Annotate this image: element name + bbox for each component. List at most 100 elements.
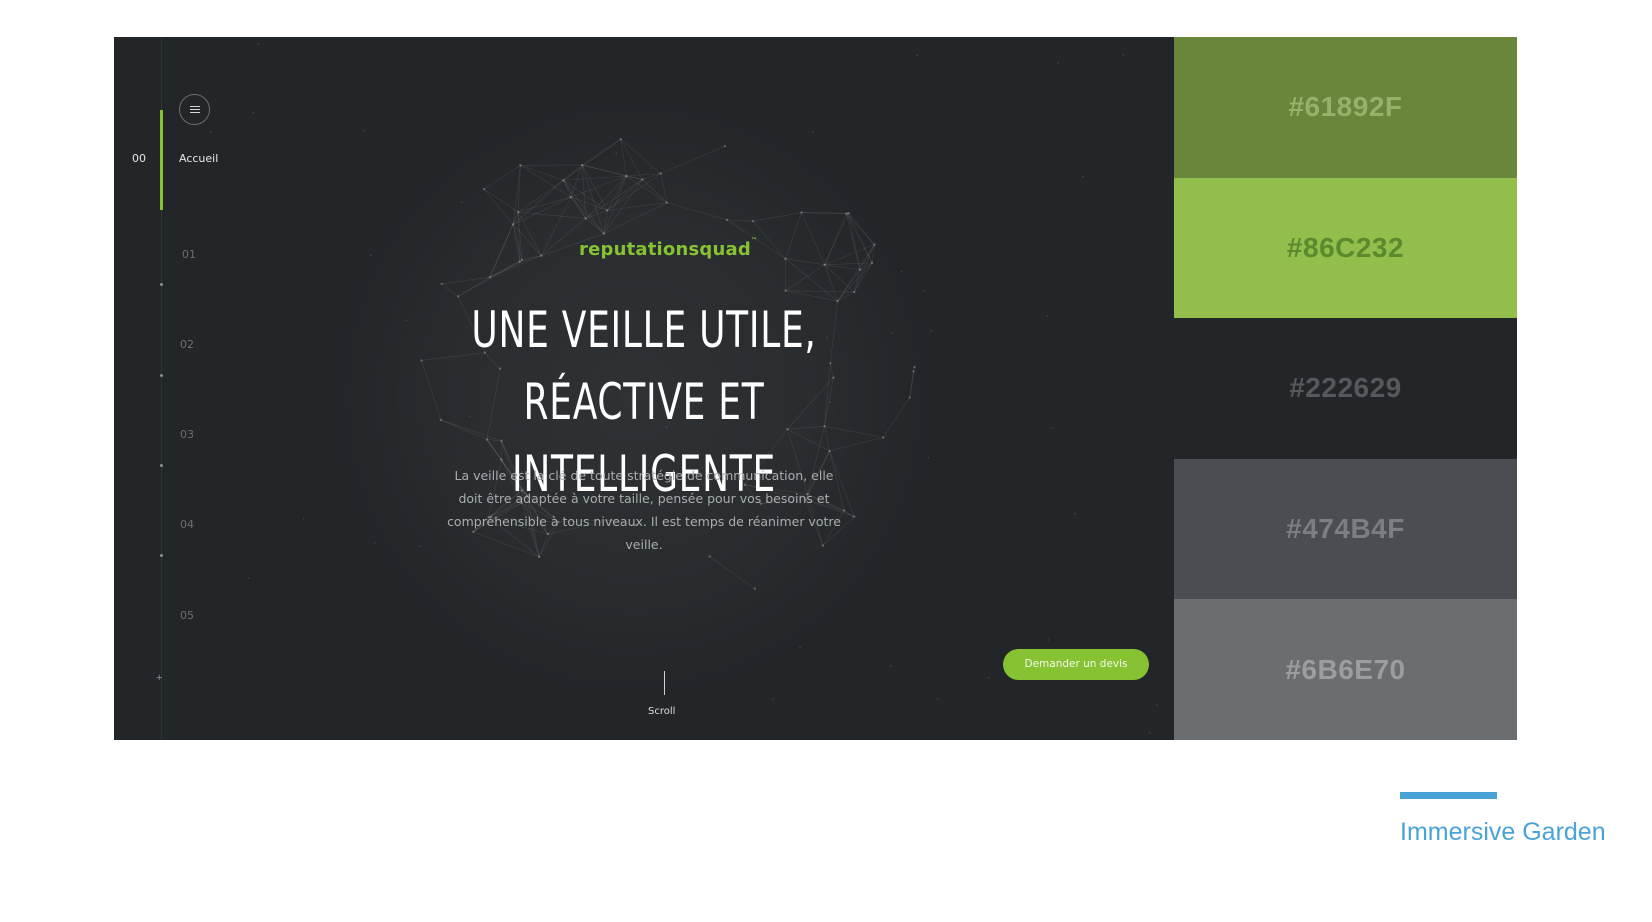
network-node bbox=[619, 137, 623, 141]
network-node bbox=[518, 260, 521, 263]
scroll-label[interactable]: Scroll bbox=[648, 706, 675, 717]
network-edge bbox=[489, 224, 514, 278]
nav-index-04[interactable]: 04 bbox=[180, 518, 194, 531]
network-node bbox=[908, 396, 911, 399]
network-node bbox=[913, 365, 916, 369]
background-star bbox=[930, 329, 933, 332]
background-star bbox=[987, 677, 990, 679]
network-node bbox=[625, 174, 628, 178]
network-edge bbox=[848, 213, 861, 270]
network-node bbox=[753, 587, 757, 590]
credit-label: Immersive Garden bbox=[1400, 818, 1606, 846]
network-node bbox=[517, 210, 520, 214]
network-node bbox=[569, 196, 573, 199]
network-node bbox=[912, 370, 915, 373]
network-edge bbox=[483, 188, 519, 213]
network-node bbox=[511, 223, 515, 226]
network-edge bbox=[660, 145, 725, 174]
background-star bbox=[936, 698, 939, 700]
background-star bbox=[418, 545, 421, 548]
rail-dot bbox=[160, 374, 163, 377]
background-star bbox=[369, 254, 372, 257]
network-edge bbox=[585, 179, 643, 219]
background-star bbox=[916, 54, 919, 57]
background-star bbox=[922, 289, 925, 292]
background-star bbox=[1122, 53, 1125, 56]
network-edge bbox=[570, 197, 605, 234]
network-edge bbox=[581, 164, 605, 234]
network-edge bbox=[726, 219, 753, 222]
nav-index-03[interactable]: 03 bbox=[180, 428, 194, 441]
hero-description: La veille est la clé de toute stratégie … bbox=[447, 468, 841, 552]
network-node bbox=[751, 219, 755, 223]
background-star bbox=[1082, 175, 1084, 178]
network-edge bbox=[483, 188, 514, 225]
background-star bbox=[209, 131, 212, 133]
background-star bbox=[461, 201, 463, 203]
background-star bbox=[1051, 427, 1053, 429]
background-star bbox=[615, 152, 618, 155]
nav-item-accueil[interactable]: Accueil bbox=[179, 152, 218, 165]
network-edge bbox=[489, 259, 523, 278]
nav-index-active[interactable]: 00 bbox=[132, 152, 146, 165]
background-star bbox=[405, 319, 408, 322]
swatch-hex-label: #474B4F bbox=[1286, 513, 1405, 545]
network-node bbox=[784, 289, 787, 292]
headline-line-1: UNE VEILLE UTILE, bbox=[471, 301, 817, 359]
swatch-hex-label: #86C232 bbox=[1286, 231, 1405, 263]
network-edge bbox=[520, 164, 564, 181]
color-swatch-accent-green: #86C232 bbox=[1174, 177, 1517, 319]
network-edge bbox=[607, 202, 667, 211]
network-edge bbox=[824, 212, 849, 265]
progress-rail-active bbox=[160, 110, 163, 210]
rail-end-plus-icon: + bbox=[156, 672, 163, 684]
network-edge bbox=[563, 138, 622, 181]
website-screenshot: + 00 Accueil 01 02 03 04 05 reputationsq… bbox=[114, 37, 1174, 740]
network-node bbox=[858, 268, 862, 272]
network-edge bbox=[581, 138, 622, 166]
network-edge bbox=[620, 138, 662, 174]
network-edge bbox=[801, 212, 825, 265]
network-node bbox=[440, 282, 443, 286]
network-node bbox=[853, 290, 856, 294]
network-node bbox=[488, 276, 492, 279]
network-edge bbox=[607, 179, 643, 211]
background-star bbox=[257, 42, 259, 45]
brand-logo[interactable]: reputationsquad™ bbox=[579, 237, 757, 260]
background-star bbox=[1156, 704, 1158, 706]
background-star bbox=[811, 130, 814, 133]
network-node bbox=[520, 258, 524, 262]
network-node bbox=[845, 212, 848, 215]
network-node bbox=[665, 201, 668, 204]
network-edge bbox=[518, 180, 564, 213]
background-star bbox=[927, 456, 930, 459]
network-edge bbox=[752, 212, 802, 222]
network-node bbox=[606, 209, 609, 212]
network-edge bbox=[626, 175, 667, 203]
network-edge bbox=[483, 165, 521, 190]
network-node bbox=[580, 163, 584, 167]
swatch-hex-label: #6B6E70 bbox=[1285, 653, 1406, 685]
background-star bbox=[1074, 512, 1076, 515]
color-swatch-background-dark: #222629 bbox=[1174, 318, 1517, 459]
network-edge bbox=[824, 264, 855, 293]
background-star bbox=[650, 167, 653, 169]
background-star bbox=[900, 270, 903, 273]
network-node bbox=[870, 261, 874, 265]
network-node bbox=[602, 232, 606, 235]
network-node bbox=[725, 218, 729, 222]
background-star bbox=[1047, 639, 1050, 641]
nav-index-01[interactable]: 01 bbox=[182, 248, 196, 261]
request-quote-button[interactable]: Demander un devis bbox=[1003, 649, 1149, 680]
background-star bbox=[247, 577, 250, 579]
network-edge bbox=[603, 202, 667, 234]
nav-index-05[interactable]: 05 bbox=[180, 609, 194, 622]
network-node bbox=[873, 243, 876, 246]
network-node bbox=[641, 178, 644, 181]
background-star bbox=[772, 698, 774, 700]
network-edge bbox=[824, 262, 873, 266]
network-node bbox=[847, 211, 850, 215]
network-node bbox=[784, 257, 787, 260]
hamburger-menu-icon[interactable] bbox=[179, 94, 210, 125]
nav-index-02[interactable]: 02 bbox=[180, 338, 194, 351]
